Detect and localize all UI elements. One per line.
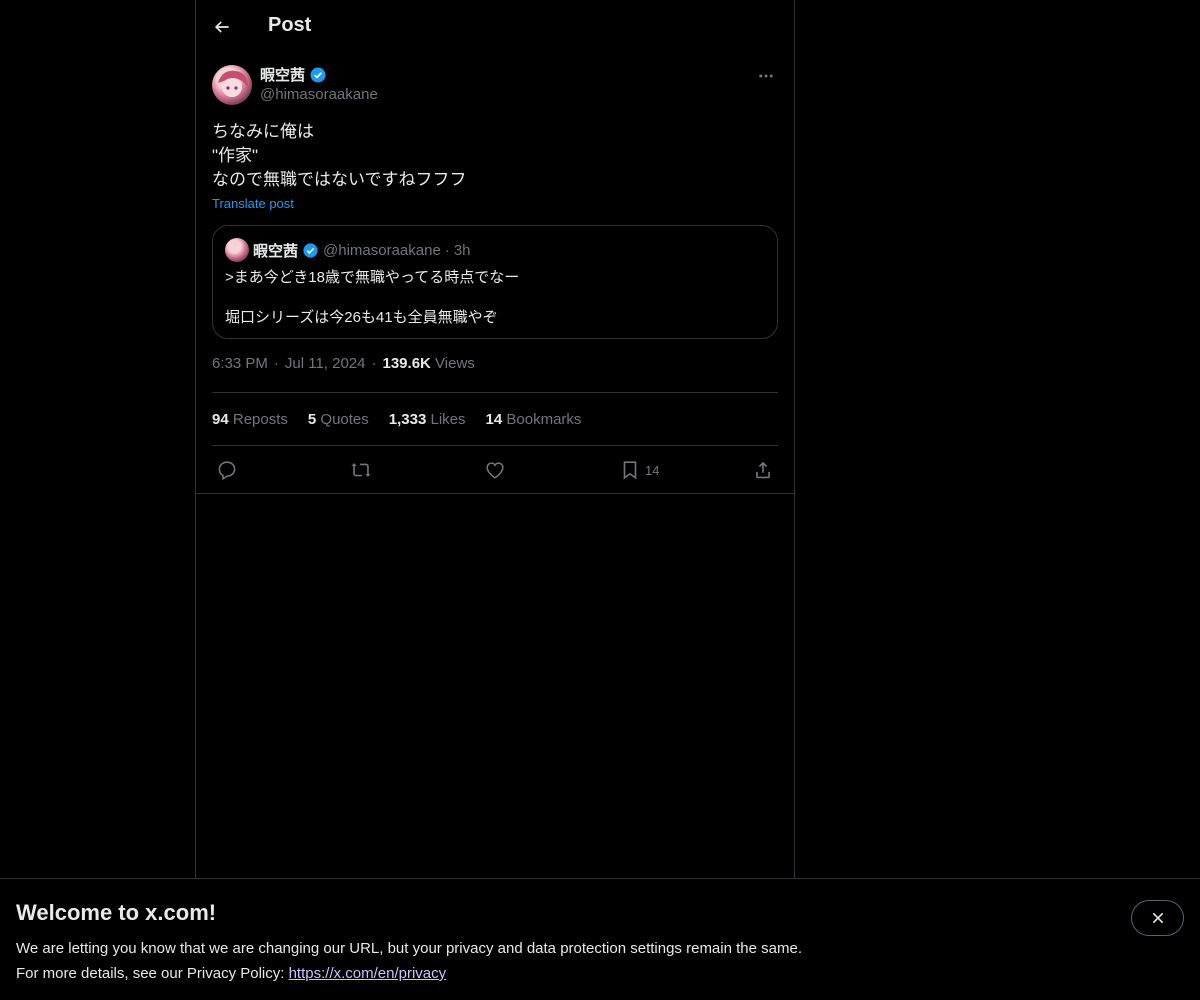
quoted-author-handle: @himasoraakane — [323, 241, 441, 259]
author-name-row[interactable]: 暇空茜 — [260, 64, 327, 85]
avatar[interactable] — [212, 65, 252, 105]
banner-title: Welcome to x.com! — [16, 900, 217, 925]
repost-icon — [350, 459, 372, 481]
repost-button[interactable] — [350, 458, 372, 482]
quoted-text-line: >まあ今どき18歳で無職やってる時点でなー — [225, 269, 520, 286]
verified-badge-icon — [309, 66, 327, 84]
quotes-stat[interactable]: 5 Quotes — [308, 411, 369, 428]
bookmarks-count: 14 — [485, 410, 503, 428]
likes-stat[interactable]: 1,333 Likes — [389, 411, 466, 428]
banner-text: We are letting you know that we are chan… — [16, 936, 802, 986]
banner-line-2-prefix: For more details, see our Privacy Policy… — [16, 965, 289, 982]
quoted-avatar — [225, 238, 249, 262]
post-text-line: なので無職ではないですねフフフ — [212, 170, 467, 189]
separator-dot: · — [371, 355, 377, 372]
reply-button[interactable] — [216, 458, 238, 482]
bookmark-icon — [619, 459, 641, 481]
post-column: Post 暇空茜 @himasoraakane ちなみに俺は "作家" なので無… — [195, 0, 795, 880]
translate-post-link[interactable]: Translate post — [212, 196, 294, 211]
engagement-stats: 94 Reposts 5 Quotes 1,333 Likes 14 Bookm… — [212, 393, 778, 446]
share-icon — [752, 459, 774, 481]
author-name[interactable]: 暇空茜 — [260, 64, 305, 85]
quotes-label: Quotes — [320, 410, 369, 428]
page-title: Post — [268, 14, 312, 36]
reposts-stat[interactable]: 94 Reposts — [212, 411, 288, 428]
privacy-policy-link[interactable]: https://x.com/en/privacy — [289, 965, 447, 982]
banner-line-1: We are letting you know that we are chan… — [16, 940, 802, 957]
reply-icon — [216, 459, 238, 481]
views-count-group: 139.6K Views — [383, 355, 475, 392]
views-count: 139.6K — [382, 355, 431, 372]
post-date[interactable]: Jul 11, 2024 — [285, 355, 366, 392]
separator-dot: · — [273, 355, 279, 372]
like-icon — [484, 459, 506, 481]
arrow-left-icon — [212, 17, 232, 37]
separator-dot: · — [444, 241, 450, 259]
back-button[interactable] — [204, 9, 240, 45]
share-button[interactable] — [752, 458, 774, 482]
verified-badge-icon — [302, 242, 319, 259]
post-author: 暇空茜 @himasoraakane — [196, 64, 794, 116]
more-icon — [757, 67, 775, 85]
likes-label: Likes — [430, 410, 466, 428]
post-text: ちなみに俺は "作家" なので無職ではないですねフフフ — [196, 120, 794, 192]
bookmarks-stat[interactable]: 14 Bookmarks — [486, 411, 582, 428]
like-button[interactable] — [484, 458, 506, 482]
post-text-line: "作家" — [212, 146, 259, 165]
post-time[interactable]: 6:33 PM — [212, 355, 268, 392]
quoted-timestamp: 3h — [453, 241, 471, 259]
reposts-label: Reposts — [232, 410, 288, 428]
post-text-line: ちなみに俺は — [212, 122, 314, 141]
banner-line-2: For more details, see our Privacy Policy… — [16, 961, 802, 986]
close-icon — [1150, 910, 1166, 926]
quoted-text-line: 堀口シリーズは今26も41も全員無職やぞ — [225, 309, 498, 326]
close-banner-button[interactable] — [1131, 900, 1184, 936]
quoted-post-header: 暇空茜 @himasoraakane · 3h — [225, 238, 765, 262]
reposts-count: 94 — [212, 410, 229, 428]
quoted-post[interactable]: 暇空茜 @himasoraakane · 3h >まあ今どき18歳で無職やってる… — [212, 225, 778, 339]
header: Post — [196, 0, 794, 54]
likes-count: 1,333 — [388, 410, 427, 428]
welcome-banner: Welcome to x.com! We are letting you kno… — [0, 878, 1200, 1000]
post-meta: 6:33 PM · Jul 11, 2024 · 139.6K Views — [212, 355, 778, 393]
author-handle[interactable]: @himasoraakane — [260, 86, 378, 103]
bookmarks-label: Bookmarks — [506, 410, 582, 428]
action-bar: 14 — [196, 446, 794, 494]
more-button[interactable] — [754, 64, 778, 88]
quotes-count: 5 — [307, 410, 317, 428]
bookmark-count: 14 — [645, 462, 660, 478]
bookmark-button[interactable]: 14 — [619, 458, 659, 482]
views-label: Views — [435, 355, 475, 372]
quoted-author-name: 暇空茜 — [253, 242, 299, 260]
